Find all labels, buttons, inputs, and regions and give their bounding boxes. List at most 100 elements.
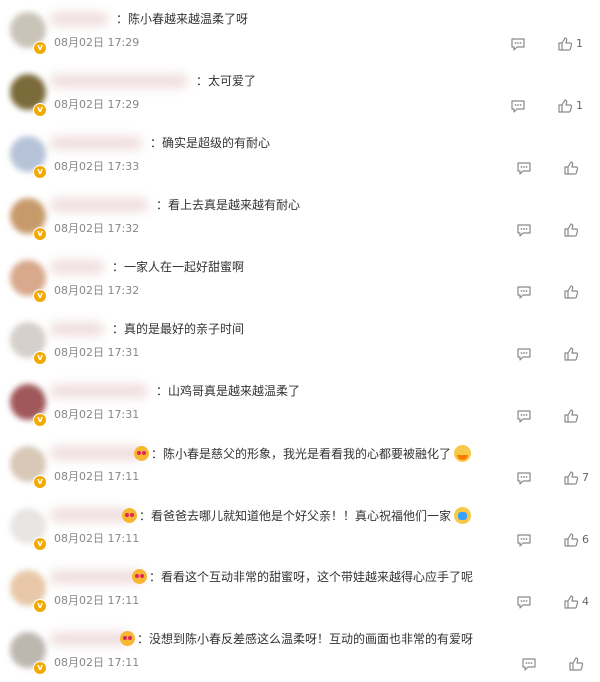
heart-eyes-emoji-icon [122, 508, 137, 523]
username-blurred[interactable] [50, 384, 148, 398]
username-blurred[interactable] [50, 198, 148, 212]
like-count: 7 [582, 471, 589, 484]
username-blurred[interactable] [50, 322, 104, 336]
verified-badge-icon: v [33, 289, 47, 303]
heart-eyes-emoji-icon [132, 569, 147, 584]
thumbs-up-icon[interactable] [557, 98, 573, 114]
comment-body: ：没想到陈小春反差感这么温柔呀！互动的画面也非常的有爱呀 [137, 632, 474, 646]
username-blurred[interactable] [50, 508, 132, 522]
heart-eyes-emoji-icon [120, 631, 135, 646]
comment-bubble-icon[interactable] [516, 222, 532, 238]
comment-list: v ：陈小春越来越温柔了呀 08月02日 17:29 1 v ：太可爱了 08月02日 17… [0, 0, 600, 682]
comment-row: v ：真的是最好的亲子时间 08月02日 17:31 [0, 314, 600, 376]
comment-text: ：确实是超级的有耐心 [150, 135, 270, 151]
comment-body: ：确实是超级的有耐心 [150, 136, 271, 150]
comment-body: ：陈小春越来越温柔了呀 [116, 12, 249, 26]
comment-body: ：真的是最好的亲子时间 [112, 322, 245, 336]
like-count: 1 [576, 37, 583, 50]
comment-row: v ：看爸爸去哪儿就知道他是个好父亲！！真心祝福他们一家 08月02日 17:11 6 [0, 500, 600, 562]
verified-badge-icon: v [33, 661, 47, 675]
comment-time: 08月02日 17:32 [54, 284, 140, 297]
thumbs-up-icon[interactable] [568, 656, 584, 672]
thumbs-up-icon[interactable] [563, 284, 579, 300]
comment-text: ：看上去真是越来越有耐心 [156, 197, 300, 213]
comment-bubble-icon[interactable] [510, 98, 526, 114]
comment-row: v ：看上去真是越来越有耐心 08月02日 17:32 [0, 190, 600, 252]
username-blurred[interactable] [50, 632, 130, 646]
comment-text: ：没想到陈小春反差感这么温柔呀！互动的画面也非常的有爱呀 [120, 631, 473, 647]
comment-bubble-icon[interactable] [516, 284, 532, 300]
thumbs-up-icon[interactable] [563, 346, 579, 362]
comment-text: ：太可爱了 [196, 73, 256, 89]
comment-time: 08月02日 17:11 [54, 594, 140, 607]
comment-body: ：太可爱了 [196, 74, 257, 88]
comment-row: v ：山鸡哥真是越来越温柔了 08月02日 17:31 [0, 376, 600, 438]
username-blurred[interactable] [50, 12, 108, 26]
comment-time: 08月02日 17:31 [54, 346, 140, 359]
comment-text: ：看看这个互动非常的甜蜜呀，这个带娃越来越得心应手了呢 [132, 569, 473, 585]
comment-text: ：山鸡哥真是越来越温柔了 [156, 383, 300, 399]
comment-body: ：陈小春是慈父的形象，我光是看看我的心都要被融化了 [151, 447, 452, 461]
comment-bubble-icon[interactable] [516, 408, 532, 424]
comment-body: ：看上去真是越来越有耐心 [156, 198, 301, 212]
comment-text: ：一家人在一起好甜蜜啊 [112, 259, 244, 275]
heart-eyes-emoji-icon [134, 446, 149, 461]
comment-row: v ：确实是超级的有耐心 08月02日 17:33 [0, 128, 600, 190]
verified-badge-icon: v [33, 599, 47, 613]
comment-time: 08月02日 17:11 [54, 470, 140, 483]
username-blurred[interactable] [50, 446, 144, 460]
comment-bubble-icon[interactable] [516, 160, 532, 176]
comment-body: ：山鸡哥真是越来越温柔了 [156, 384, 301, 398]
username-blurred[interactable] [50, 136, 142, 150]
thumbs-up-icon[interactable] [563, 160, 579, 176]
comment-time: 08月02日 17:33 [54, 160, 140, 173]
comment-time: 08月02日 17:11 [54, 532, 140, 545]
comment-row: v ：太可爱了 08月02日 17:29 1 [0, 66, 600, 128]
thumbs-up-icon[interactable] [563, 532, 579, 548]
comment-text: ：陈小春越来越温柔了呀 [116, 11, 248, 27]
comment-time: 08月02日 17:32 [54, 222, 140, 235]
comment-text: ：看爸爸去哪儿就知道他是个好父亲！！真心祝福他们一家 [122, 507, 472, 524]
comment-row: v ：没想到陈小春反差感这么温柔呀！互动的画面也非常的有爱呀 08月02日 17:1… [0, 624, 600, 682]
comment-body: ：看爸爸去哪儿就知道他是个好父亲！！真心祝福他们一家 [139, 509, 452, 523]
verified-badge-icon: v [33, 351, 47, 365]
verified-badge-icon: v [33, 413, 47, 427]
verified-badge-icon: v [33, 103, 47, 117]
verified-badge-icon: v [33, 227, 47, 241]
comment-bubble-icon[interactable] [516, 532, 532, 548]
comment-time: 08月02日 17:29 [54, 36, 140, 49]
comment-time: 08月02日 17:11 [54, 656, 140, 669]
comment-text: ：陈小春是慈父的形象，我光是看看我的心都要被融化了 [134, 445, 472, 462]
comment-row: v ：看看这个互动非常的甜蜜呀，这个带娃越来越得心应手了呢 08月02日 17:11… [0, 562, 600, 624]
thumbs-up-icon[interactable] [563, 470, 579, 486]
comment-row: v ：陈小春是慈父的形象，我光是看看我的心都要被融化了 08月02日 17:11 7 [0, 438, 600, 500]
comment-time: 08月02日 17:31 [54, 408, 140, 421]
thumbs-up-icon[interactable] [557, 36, 573, 52]
username-blurred[interactable] [50, 570, 142, 584]
thumbs-up-icon[interactable] [563, 408, 579, 424]
comment-text: ：真的是最好的亲子时间 [112, 321, 244, 337]
blessing-emoji-icon [454, 507, 472, 524]
comment-row: v ：陈小春越来越温柔了呀 08月02日 17:29 1 [0, 4, 600, 66]
comment-body: ：一家人在一起好甜蜜啊 [112, 260, 245, 274]
comment-bubble-icon[interactable] [521, 656, 537, 672]
comment-bubble-icon[interactable] [510, 36, 526, 52]
comment-bubble-icon[interactable] [516, 470, 532, 486]
comment-body: ：看看这个互动非常的甜蜜呀，这个带娃越来越得心应手了呢 [149, 570, 474, 584]
verified-badge-icon: v [33, 537, 47, 551]
like-count: 6 [582, 533, 589, 546]
thumbs-up-icon[interactable] [563, 594, 579, 610]
like-count: 4 [582, 595, 589, 608]
melting-emoji-icon [454, 445, 472, 462]
comment-bubble-icon[interactable] [516, 594, 532, 610]
like-count: 1 [576, 99, 583, 112]
username-blurred[interactable] [50, 260, 104, 274]
username-blurred[interactable] [50, 74, 188, 88]
comment-bubble-icon[interactable] [516, 346, 532, 362]
thumbs-up-icon[interactable] [563, 222, 579, 238]
verified-badge-icon: v [33, 475, 47, 489]
verified-badge-icon: v [33, 41, 47, 55]
comment-row: v ：一家人在一起好甜蜜啊 08月02日 17:32 [0, 252, 600, 314]
verified-badge-icon: v [33, 165, 47, 179]
comment-time: 08月02日 17:29 [54, 98, 140, 111]
